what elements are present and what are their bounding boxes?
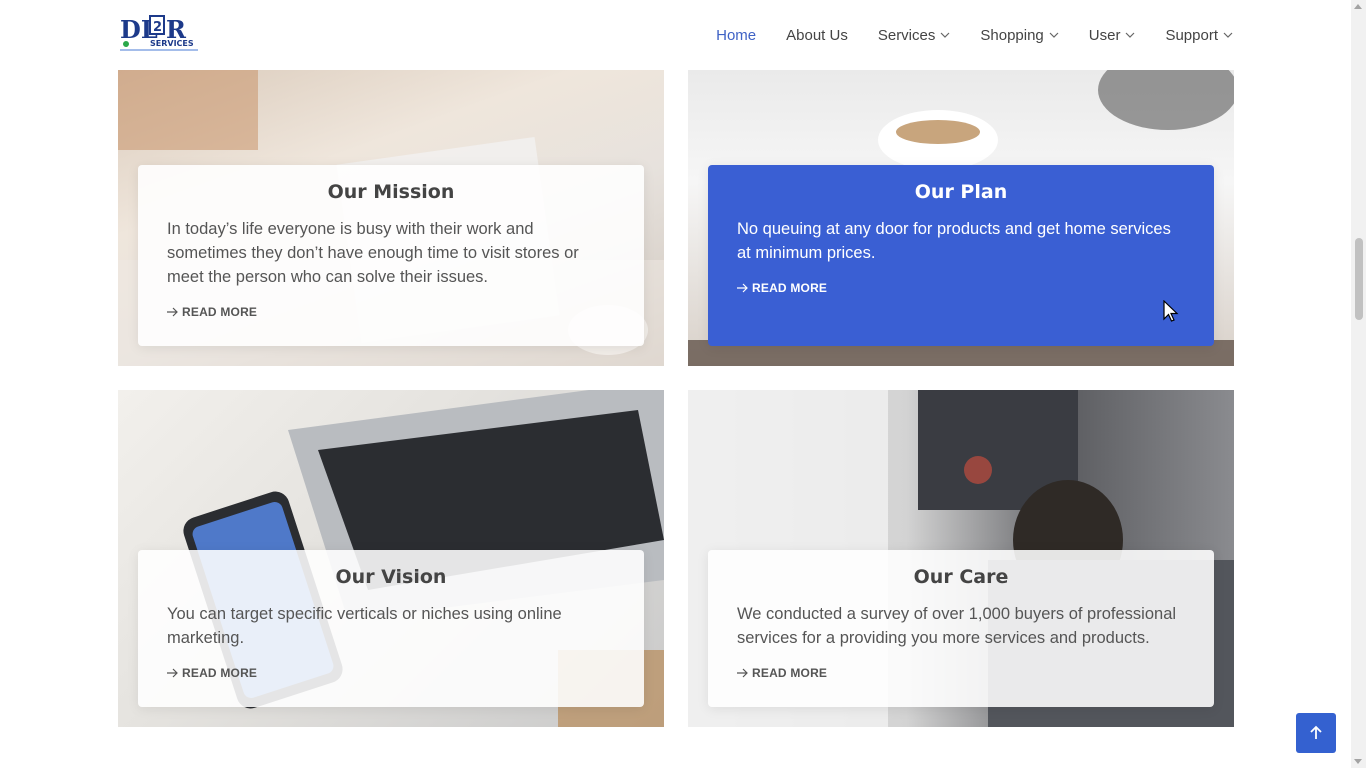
- card-our-vision: Our Vision You can target specific verti…: [118, 390, 664, 727]
- card-text: In today’s life everyone is busy with th…: [167, 220, 579, 286]
- card-title: Our Vision: [335, 566, 447, 588]
- chevron-down-icon: [1126, 32, 1135, 38]
- card-title: Our Care: [913, 566, 1009, 588]
- nav-services-label: Services: [877, 26, 936, 44]
- card-title: Our Plan: [914, 181, 1008, 203]
- site-header: DL 2 R SERVICES Home About Us Services S…: [0, 0, 1351, 70]
- card-text: No queuing at any door for products and …: [737, 220, 1171, 262]
- read-more-link[interactable]: READ MORE: [737, 666, 1185, 680]
- logo[interactable]: DL 2 R SERVICES: [118, 12, 202, 54]
- nav-about-us-label: About Us: [786, 26, 848, 44]
- card-panel: Our Mission In today’s life everyone is …: [138, 165, 644, 346]
- card-our-mission: Our Mission In today’s life everyone is …: [118, 60, 664, 366]
- card-panel: Our Vision You can target specific verti…: [138, 550, 644, 707]
- chevron-down-icon: [940, 32, 950, 38]
- chevron-down-icon: [1049, 32, 1059, 38]
- page-scrollbar[interactable]: [1351, 0, 1366, 768]
- chevron-down-icon: [1223, 32, 1233, 38]
- mouse-cursor-icon: [1163, 300, 1179, 322]
- nav-about-us[interactable]: About Us: [786, 27, 848, 44]
- nav-services[interactable]: Services: [878, 27, 951, 44]
- main-nav: Home About Us Services Shopping User Sup…: [716, 0, 1233, 70]
- read-more-label: READ MORE: [752, 666, 828, 680]
- nav-home-label: Home: [716, 26, 757, 44]
- arrow-right-icon: [167, 307, 178, 317]
- scroll-up-arrow-icon[interactable]: [1354, 4, 1362, 9]
- nav-home[interactable]: Home: [716, 27, 756, 44]
- card-our-plan: Our Plan No queuing at any door for prod…: [688, 60, 1234, 366]
- nav-shopping-label: Shopping: [980, 26, 1044, 44]
- arrow-right-icon: [737, 668, 748, 678]
- arrow-up-icon: [1310, 725, 1322, 739]
- nav-user-label: User: [1088, 26, 1121, 44]
- nav-support[interactable]: Support: [1165, 27, 1233, 44]
- back-to-top-button[interactable]: [1296, 713, 1336, 753]
- nav-shopping[interactable]: Shopping: [980, 26, 1059, 44]
- read-more-link[interactable]: READ MORE: [737, 281, 1185, 295]
- card-our-care: Our Care We conducted a survey of over 1…: [688, 390, 1234, 727]
- read-more-label: READ MORE: [182, 305, 258, 319]
- read-more-label: READ MORE: [182, 666, 258, 680]
- card-panel: Our Care We conducted a survey of over 1…: [708, 550, 1214, 707]
- card-title: Our Mission: [327, 181, 455, 203]
- read-more-label: READ MORE: [752, 281, 828, 295]
- card-text: You can target specific verticals or nic…: [167, 605, 562, 647]
- svg-text:2: 2: [153, 20, 162, 35]
- nav-support-label: Support: [1165, 26, 1218, 44]
- nav-user[interactable]: User: [1089, 27, 1136, 44]
- read-more-link[interactable]: READ MORE: [167, 305, 615, 319]
- arrow-right-icon: [737, 283, 748, 293]
- read-more-link[interactable]: READ MORE: [167, 666, 615, 680]
- scroll-thumb[interactable]: [1355, 238, 1363, 320]
- card-panel: Our Plan No queuing at any door for prod…: [708, 165, 1214, 346]
- arrow-right-icon: [167, 668, 178, 678]
- svg-text:SERVICES: SERVICES: [150, 39, 194, 48]
- card-text: We conducted a survey of over 1,000 buye…: [737, 605, 1177, 647]
- scroll-down-arrow-icon[interactable]: [1354, 759, 1362, 764]
